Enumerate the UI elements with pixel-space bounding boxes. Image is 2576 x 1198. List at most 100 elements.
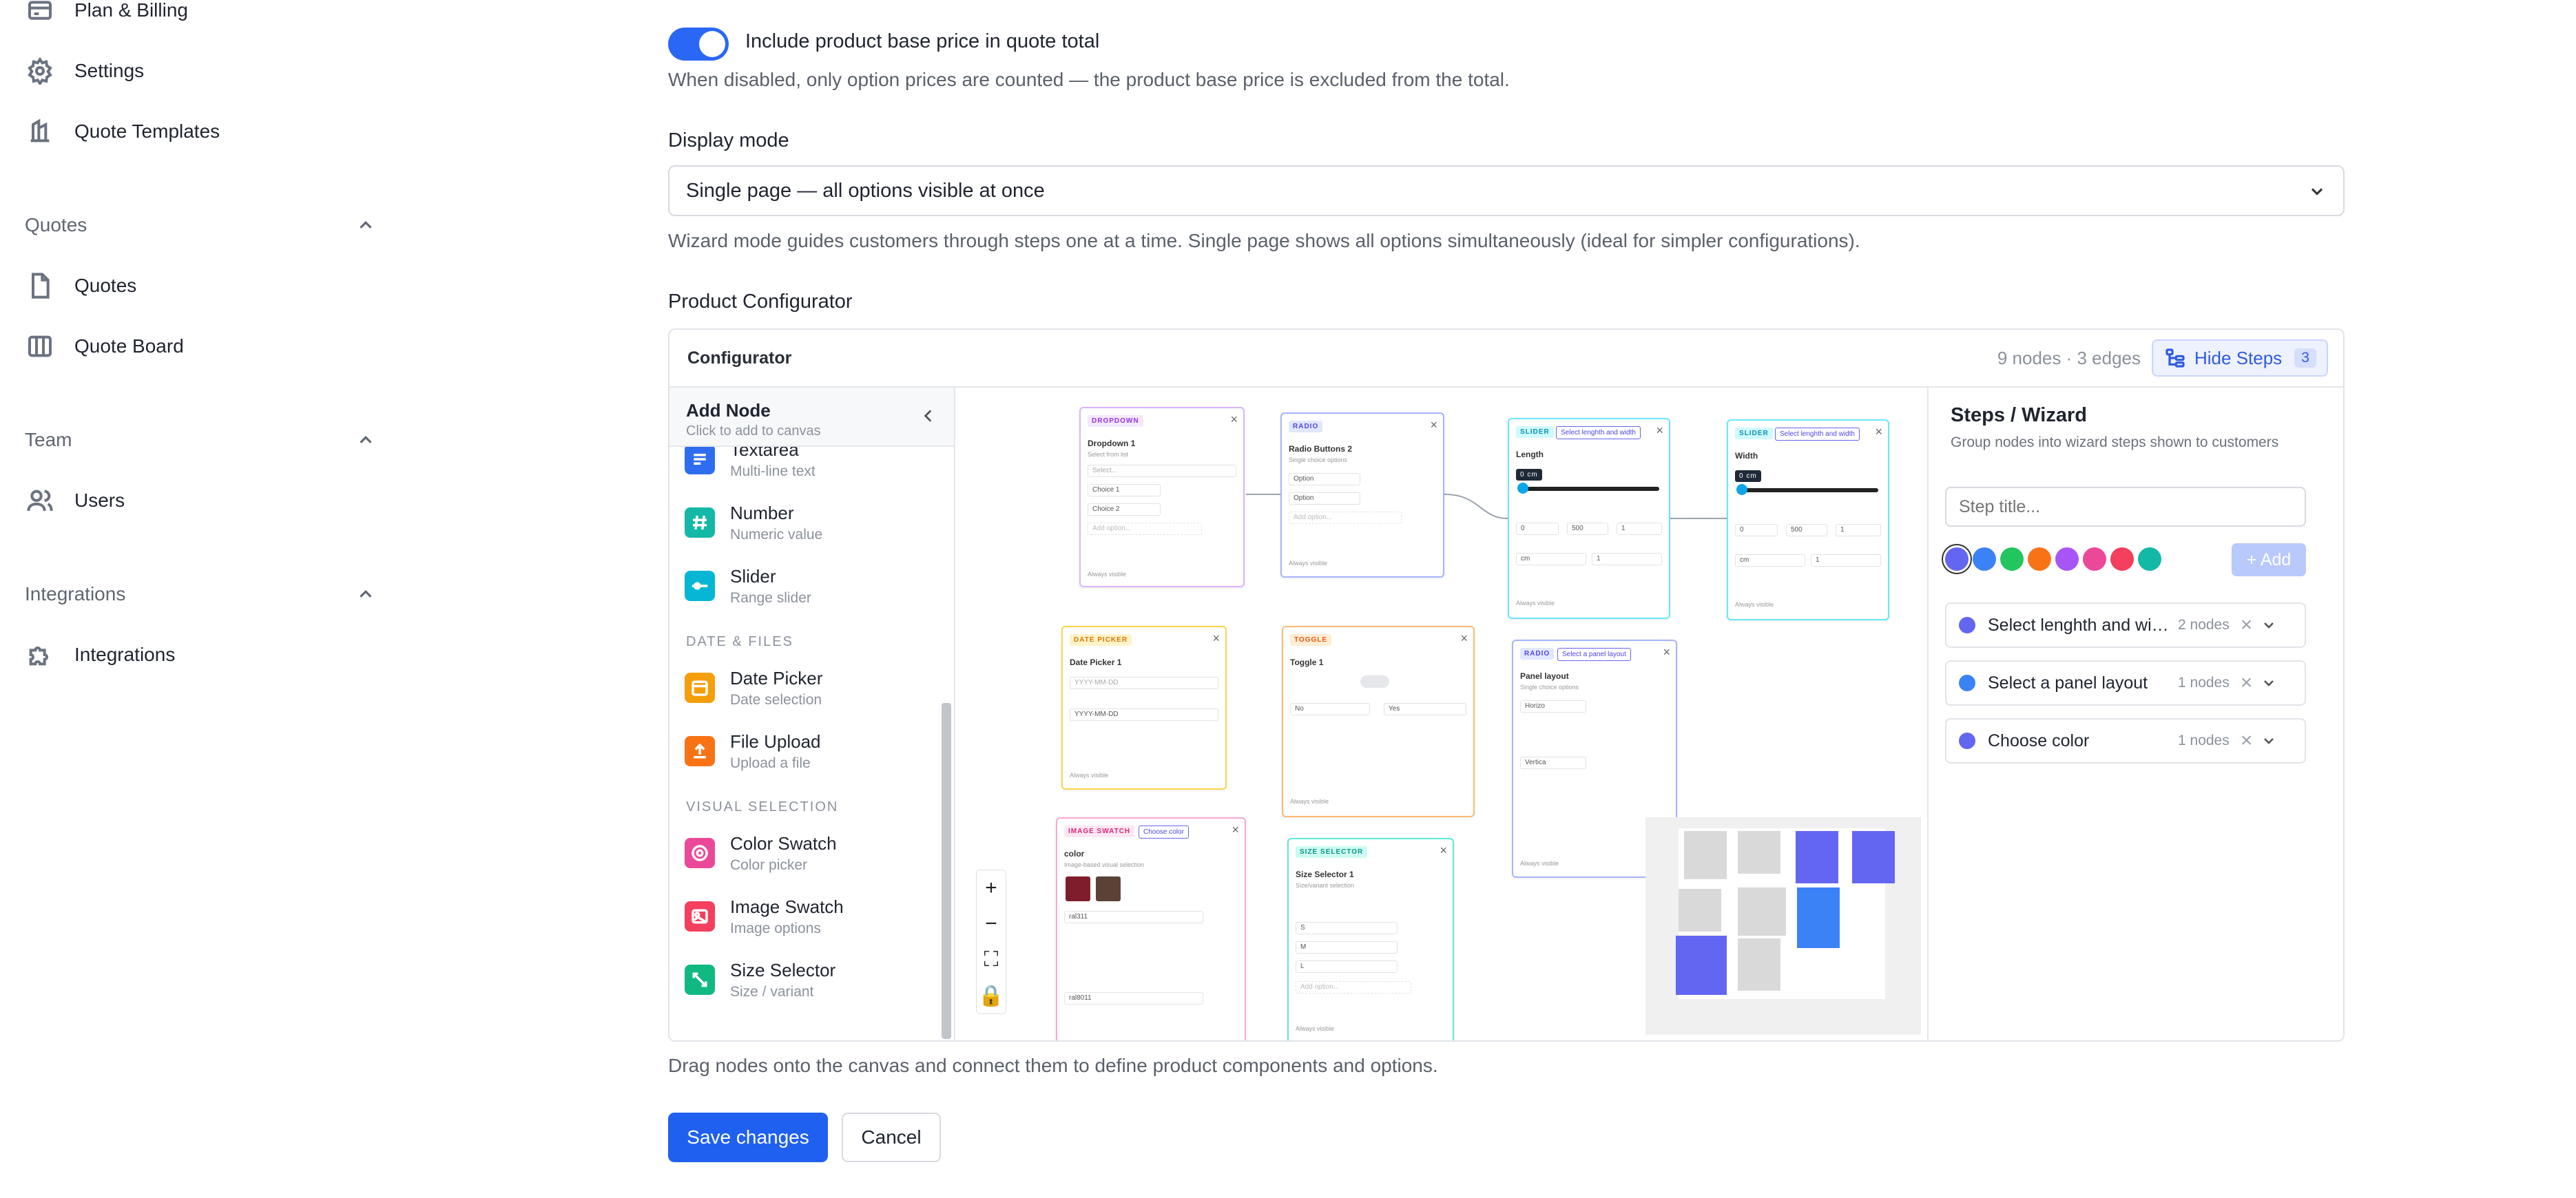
- node-card-date-picker[interactable]: DATE PICKER × Date Picker 1 YYYY-MM-DD Y…: [1061, 626, 1227, 790]
- swatch-thumbnail[interactable]: [1066, 876, 1090, 901]
- node-item-size-selector[interactable]: Size Selector Size / variant: [685, 952, 835, 1007]
- node-card-dropdown[interactable]: DROPDOWN × Dropdown 1 Select from list S…: [1079, 407, 1245, 587]
- color-swatch-green[interactable]: [2000, 547, 2024, 571]
- swatch-name-field[interactable]: ral311: [1064, 911, 1203, 923]
- save-changes-button[interactable]: Save changes: [668, 1113, 828, 1162]
- close-icon[interactable]: ×: [1430, 418, 1437, 432]
- node-canvas[interactable]: DROPDOWN × Dropdown 1 Select from list S…: [957, 388, 1927, 1040]
- node-card-image-swatch[interactable]: IMAGE SWATCH Choose color × color Image-…: [1056, 817, 1246, 1040]
- zoom-in-icon[interactable]: +: [977, 870, 1006, 906]
- chevron-down-icon[interactable]: [2261, 675, 2277, 691]
- slider-thumb[interactable]: [1517, 483, 1528, 494]
- node-item-number[interactable]: Number Numeric value: [685, 495, 822, 550]
- color-swatch-teal[interactable]: [2138, 547, 2161, 571]
- cancel-button[interactable]: Cancel: [842, 1113, 941, 1162]
- format-select[interactable]: YYYY-MM-DD: [1070, 708, 1218, 721]
- node-option[interactable]: Option: [1289, 473, 1360, 485]
- size-option[interactable]: M: [1296, 941, 1398, 954]
- node-option[interactable]: Vertica: [1520, 757, 1586, 769]
- swatch-thumbnail[interactable]: [1096, 876, 1121, 901]
- chevron-down-icon[interactable]: [2261, 617, 2277, 633]
- color-swatch-blue[interactable]: [1973, 547, 1996, 571]
- node-card-size-selector[interactable]: SIZE SELECTOR × Size Selector 1 Size/var…: [1287, 838, 1454, 1040]
- sidebar-item-quote-board[interactable]: Quote Board: [25, 326, 184, 367]
- node-item-file-upload[interactable]: File Upload Upload a file: [685, 724, 821, 779]
- size-option[interactable]: L: [1296, 960, 1398, 973]
- sidebar-item-plan-billing[interactable]: Plan & Billing: [25, 0, 188, 31]
- close-icon[interactable]: ×: [1875, 425, 1882, 439]
- fit-view-icon[interactable]: ⛶: [977, 942, 1006, 978]
- section-team[interactable]: Team: [25, 423, 376, 457]
- slider-track[interactable]: [1741, 488, 1878, 492]
- node-option[interactable]: Option: [1289, 492, 1360, 505]
- add-option-field[interactable]: Add option...: [1289, 512, 1402, 524]
- sidebar-item-quotes[interactable]: Quotes: [25, 265, 136, 306]
- node-card-slider-length[interactable]: SLIDER Select lenghth and width × Length…: [1508, 418, 1670, 619]
- node-item-date-picker[interactable]: Date Picker Date selection: [685, 660, 822, 715]
- step-field[interactable]: 1: [1836, 524, 1881, 536]
- close-icon[interactable]: ×: [1212, 631, 1220, 646]
- max-field[interactable]: 500: [1567, 523, 1608, 535]
- delete-step-icon[interactable]: ×: [2241, 613, 2253, 637]
- add-step-button[interactable]: + Add: [2232, 543, 2306, 576]
- label-on-field[interactable]: Yes: [1384, 703, 1466, 715]
- close-icon[interactable]: ×: [1460, 631, 1468, 646]
- add-option-field[interactable]: Add option...: [1088, 523, 1202, 535]
- node-item-textarea[interactable]: Textarea Multi-line text: [685, 447, 816, 487]
- close-icon[interactable]: ×: [1232, 823, 1239, 837]
- node-card-slider-width[interactable]: SLIDER Select lenghth and width × Width …: [1727, 419, 1889, 620]
- size-option[interactable]: S: [1296, 922, 1398, 934]
- min-field[interactable]: 0: [1735, 524, 1778, 536]
- node-option[interactable]: Horizo: [1520, 700, 1586, 713]
- max-field[interactable]: 500: [1786, 524, 1827, 536]
- sidebar-item-users[interactable]: Users: [25, 480, 125, 521]
- delete-step-icon[interactable]: ×: [2241, 729, 2253, 753]
- close-icon[interactable]: ×: [1663, 645, 1670, 660]
- node-item-image-swatch[interactable]: Image Swatch Image options: [685, 889, 844, 944]
- node-option[interactable]: Choice 2: [1088, 503, 1161, 516]
- canvas-minimap[interactable]: [1645, 817, 1921, 1035]
- zoom-out-icon[interactable]: −: [977, 906, 1006, 942]
- lock-icon[interactable]: 🔒: [977, 978, 1006, 1013]
- swatch-name-field[interactable]: ral8011: [1064, 992, 1203, 1005]
- slider-thumb[interactable]: [1736, 484, 1747, 495]
- sidebar-item-integrations[interactable]: Integrations: [25, 634, 175, 675]
- step-item[interactable]: Select lenghth and width 2 nodes ×: [1945, 602, 2306, 648]
- chevron-down-icon[interactable]: [2261, 733, 2277, 749]
- section-quotes[interactable]: Quotes: [25, 208, 376, 242]
- sidebar-item-settings[interactable]: Settings: [25, 50, 144, 92]
- close-icon[interactable]: ×: [1230, 412, 1238, 427]
- unit-field[interactable]: cm: [1516, 553, 1586, 565]
- sidebar-item-quote-templates[interactable]: Quote Templates: [25, 111, 220, 152]
- node-card-radio[interactable]: RADIO × Radio Buttons 2 Single choice op…: [1280, 412, 1444, 578]
- price-field[interactable]: 1: [1592, 553, 1662, 565]
- section-integrations[interactable]: Integrations: [25, 577, 376, 611]
- step-item[interactable]: Choose color 1 nodes ×: [1945, 718, 2306, 764]
- step-item[interactable]: Select a panel layout 1 nodes ×: [1945, 660, 2306, 706]
- node-card-toggle[interactable]: TOGGLE × Toggle 1 No Yes Always visible: [1282, 626, 1475, 817]
- color-swatch-purple[interactable]: [2055, 547, 2079, 571]
- node-field[interactable]: Select...: [1088, 465, 1236, 477]
- color-swatch-indigo[interactable]: [1945, 547, 1969, 571]
- step-field[interactable]: 1: [1617, 523, 1662, 535]
- display-mode-select[interactable]: Single page — all options visible at onc…: [668, 165, 2345, 216]
- delete-step-icon[interactable]: ×: [2241, 671, 2253, 695]
- unit-field[interactable]: cm: [1735, 554, 1805, 567]
- scrollbar-thumb[interactable]: [942, 703, 951, 1039]
- color-swatch-red[interactable]: [2110, 547, 2134, 571]
- node-option[interactable]: Choice 1: [1088, 484, 1161, 496]
- min-field[interactable]: 0: [1516, 523, 1559, 535]
- step-title-input[interactable]: [1945, 487, 2306, 527]
- label-off-field[interactable]: No: [1290, 703, 1370, 715]
- color-swatch-orange[interactable]: [2028, 547, 2051, 571]
- color-swatch-pink[interactable]: [2083, 547, 2106, 571]
- toggle-switch[interactable]: [1360, 675, 1389, 688]
- add-option-field[interactable]: Add option...: [1296, 981, 1411, 994]
- close-icon[interactable]: ×: [1656, 423, 1663, 438]
- hide-steps-button[interactable]: Hide Steps 3: [2152, 339, 2328, 377]
- collapse-panel-icon[interactable]: [920, 407, 937, 425]
- include-base-price-toggle[interactable]: [668, 28, 729, 61]
- date-field[interactable]: YYYY-MM-DD: [1070, 677, 1218, 689]
- slider-track[interactable]: [1521, 487, 1659, 491]
- price-field[interactable]: 1: [1811, 554, 1881, 567]
